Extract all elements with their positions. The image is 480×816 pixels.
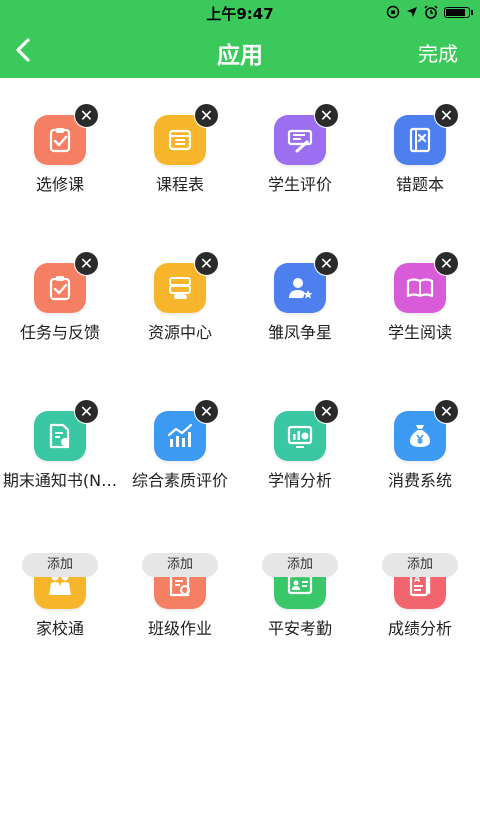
app-tile-task-feedback[interactable]: ✕ 任务与反馈 (0, 226, 120, 374)
app-label: 综合素质评价 (131, 471, 228, 490)
error-notebook-icon (409, 127, 431, 153)
app-tile-attendance[interactable]: 平安考勤 (240, 522, 360, 670)
app-tile-resource-center[interactable]: ✕ 资源中心 (120, 226, 240, 374)
remove-button[interactable]: ✕ (434, 103, 459, 128)
money-bag-icon (410, 425, 430, 447)
remove-button[interactable]: ✕ (74, 103, 99, 128)
pen-evaluation-icon (287, 129, 313, 153)
app-tile-home-school[interactable]: 家校通 (0, 522, 120, 670)
app-label: 成绩分析 (387, 619, 452, 638)
app-tile-quality-evaluation[interactable]: ✕ 综合素质评价 (120, 374, 240, 522)
remove-button[interactable]: ✕ (74, 399, 99, 424)
remove-button[interactable]: ✕ (434, 251, 459, 276)
app-tile-elective[interactable]: ✕ 选修课 (0, 78, 120, 226)
app-tile-error-notebook[interactable]: ✕ 错题本 (360, 78, 480, 226)
user-star-icon (289, 278, 313, 299)
remove-button[interactable]: ✕ (74, 251, 99, 276)
remove-button[interactable]: ✕ (314, 399, 339, 424)
remove-button[interactable]: ✕ (194, 251, 219, 276)
app-tile-class-homework[interactable]: 班级作业 (120, 522, 240, 670)
add-button[interactable]: 添加 (382, 553, 458, 577)
cloud-server-icon (169, 277, 191, 299)
location-icon (407, 7, 417, 17)
task-feedback-icon (49, 276, 71, 301)
status-bar: 上午9:47 (0, 0, 480, 24)
clipboard-check-icon (49, 128, 71, 153)
app-tile-student-reading[interactable]: ✕ 学生阅读 (360, 226, 480, 374)
app-label: 雏凤争星 (267, 323, 332, 342)
app-label: 选修课 (35, 175, 84, 194)
app-label: 错题本 (395, 175, 444, 194)
app-label: 平安考勤 (267, 619, 332, 638)
app-tile-timetable[interactable]: ✕ 课程表 (120, 78, 240, 226)
lock-rotation-icon (386, 5, 400, 19)
app-label: 消费系统 (387, 471, 452, 490)
app-label: 班级作业 (147, 619, 212, 638)
app-label: 家校通 (35, 619, 84, 638)
app-grid: ✕ 选修课 ✕ 课程表 ✕ 学生评价 ✕ 错题本 ✕ 任务与反馈 ✕ 资源中心 … (0, 78, 480, 670)
app-tile-final-notice[interactable]: ✕ 期末通知书(N… (0, 374, 120, 522)
page-title: 应用 (217, 43, 263, 69)
app-tile-learning-analysis[interactable]: ✕ 学情分析 (240, 374, 360, 522)
battery-icon (444, 6, 473, 18)
status-icons (386, 3, 473, 21)
app-tile-star-contest[interactable]: ✕ 雏凤争星 (240, 226, 360, 374)
app-label: 学生评价 (267, 175, 332, 194)
done-button[interactable]: 完成 (418, 38, 458, 67)
app-label: 学情分析 (267, 471, 332, 490)
app-tile-grade-analysis[interactable]: A 成绩分析 (360, 522, 480, 670)
remove-button[interactable]: ✕ (314, 251, 339, 276)
analysis-board-icon (287, 425, 313, 448)
app-label: 任务与反馈 (19, 323, 100, 342)
alarm-icon (424, 5, 438, 19)
remove-button[interactable]: ✕ (314, 103, 339, 128)
navigation-bar: 应用 完成 (0, 24, 480, 78)
app-label: 课程表 (155, 175, 204, 194)
add-button[interactable]: 添加 (142, 553, 218, 577)
remove-button[interactable]: ✕ (194, 103, 219, 128)
app-label: 学生阅读 (387, 323, 452, 342)
app-label: 资源中心 (147, 323, 212, 342)
remove-button[interactable]: ✕ (434, 399, 459, 424)
add-button[interactable]: 添加 (22, 553, 98, 577)
remove-button[interactable]: ✕ (194, 399, 219, 424)
certificate-icon (49, 423, 70, 449)
add-button[interactable]: 添加 (262, 553, 338, 577)
open-book-icon (406, 278, 434, 298)
app-label: 期末通知书(N… (2, 471, 118, 490)
trend-chart-icon (167, 423, 193, 447)
app-tile-consumption[interactable]: ✕ 消费系统 (360, 374, 480, 522)
app-tile-student-evaluation[interactable]: ✕ 学生评价 (240, 78, 360, 226)
timetable-icon (168, 129, 192, 151)
